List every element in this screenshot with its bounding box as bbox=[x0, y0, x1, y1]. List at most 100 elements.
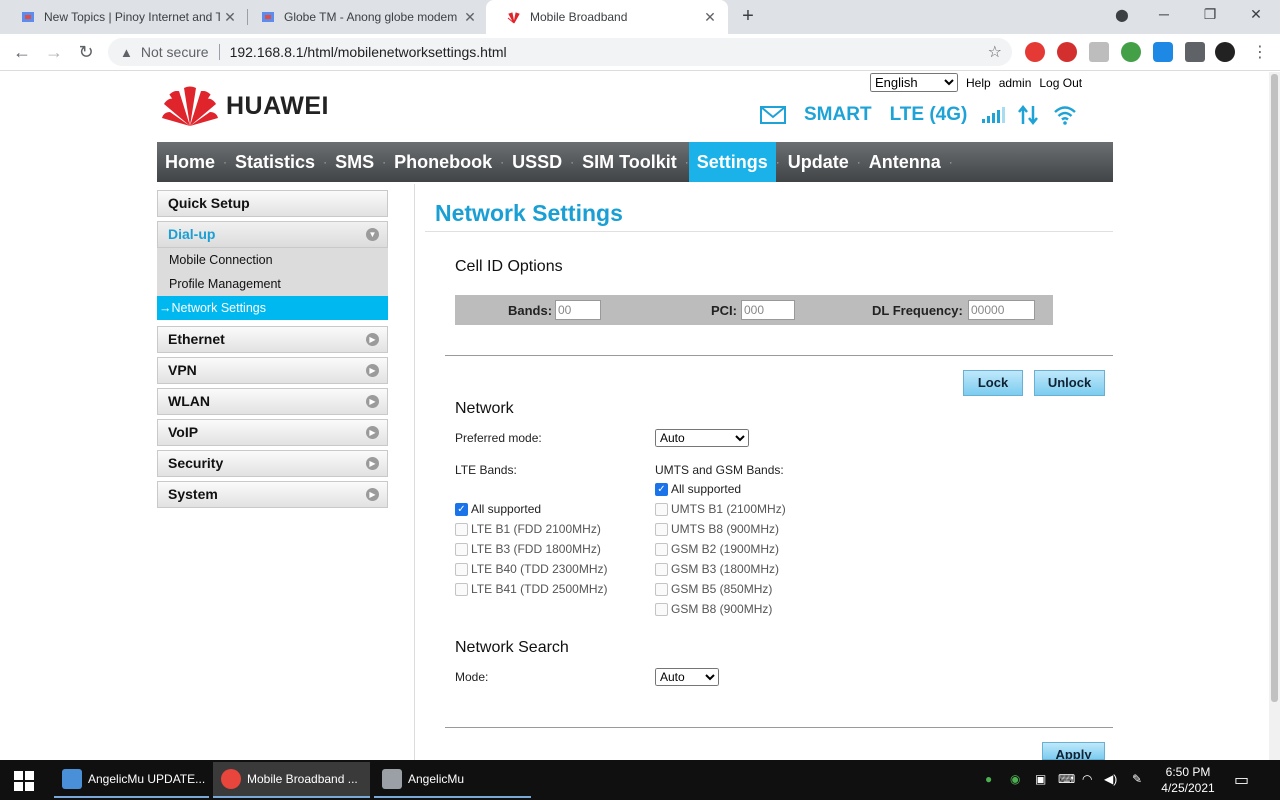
gsm-b3-checkbox[interactable]: GSM B3 (1800MHz) bbox=[655, 562, 779, 576]
gsm-b8-checkbox[interactable]: GSM B8 (900MHz) bbox=[655, 602, 772, 616]
nav-settings[interactable]: Settings bbox=[688, 142, 776, 182]
checkbox-label: LTE B1 (FDD 2100MHz) bbox=[471, 522, 601, 536]
close-tab-icon[interactable]: ✕ bbox=[220, 9, 240, 26]
brand-name: HUAWEI bbox=[226, 91, 329, 120]
taskbar-app-window[interactable]: AngelicMu bbox=[374, 762, 531, 798]
browser-tab[interactable]: New Topics | Pinoy Internet and T ✕ bbox=[0, 0, 248, 34]
windows-start-icon[interactable] bbox=[14, 771, 34, 791]
bands-input[interactable] bbox=[555, 300, 601, 320]
envelope-icon[interactable] bbox=[760, 106, 786, 124]
device-tray-icon[interactable]: ▣ bbox=[1035, 772, 1046, 786]
close-window-icon[interactable]: ✕ bbox=[1246, 6, 1266, 23]
lte-all-supported-checkbox[interactable]: ✓ All supported bbox=[455, 502, 541, 516]
logout-link[interactable]: Log Out bbox=[1039, 76, 1082, 90]
sidebar-item-mobile-connection[interactable]: Mobile Connection bbox=[157, 248, 388, 272]
nav-sim-toolkit[interactable]: SIM Toolkit bbox=[574, 142, 685, 182]
lock-button[interactable]: Lock bbox=[963, 370, 1023, 396]
help-link[interactable]: Help bbox=[966, 76, 991, 90]
nav-ussd[interactable]: USSD bbox=[504, 142, 570, 182]
cell-id-heading: Cell ID Options bbox=[455, 258, 563, 275]
taskbar-app-explorer[interactable]: AngelicMu UPDATE... bbox=[54, 762, 209, 798]
chevron-down-icon: ▼ bbox=[366, 228, 379, 241]
nav-phonebook[interactable]: Phonebook bbox=[386, 142, 500, 182]
sidebar-item-voip[interactable]: VoIP ▶ bbox=[157, 419, 388, 446]
separator bbox=[218, 44, 220, 60]
gsm-b5-checkbox[interactable]: GSM B5 (850MHz) bbox=[655, 582, 772, 596]
dl-frequency-input[interactable] bbox=[968, 300, 1035, 320]
unlock-button[interactable]: Unlock bbox=[1034, 370, 1105, 396]
apply-button[interactable]: Apply bbox=[1042, 742, 1105, 760]
chevron-right-icon: ▶ bbox=[366, 457, 379, 470]
tab-search-icon[interactable]: ⬤ bbox=[1112, 8, 1132, 22]
sidebar-item-ethernet[interactable]: Ethernet ▶ bbox=[157, 326, 388, 353]
browser-tab[interactable]: Globe TM - Anong globe modem ✕ bbox=[240, 0, 488, 34]
security-status[interactable]: Not secure bbox=[141, 44, 209, 60]
notifications-icon[interactable]: ▭ bbox=[1234, 770, 1249, 790]
nav-statistics[interactable]: Statistics bbox=[227, 142, 323, 182]
checkbox-label: All supported bbox=[471, 502, 542, 516]
nav-sms[interactable]: SMS bbox=[327, 142, 382, 182]
globe-extension-icon[interactable] bbox=[1121, 42, 1141, 62]
sidebar-item-security[interactable]: Security ▶ bbox=[157, 450, 388, 477]
taskbar-app-chrome[interactable]: Mobile Broadband ... bbox=[213, 762, 370, 798]
cell-id-options: Bands: PCI: DL Frequency: bbox=[455, 295, 1053, 325]
lte-b1-checkbox[interactable]: LTE B1 (FDD 2100MHz) bbox=[455, 522, 601, 536]
preferred-mode-select[interactable]: Auto bbox=[655, 429, 749, 447]
umts-b8-checkbox[interactable]: UMTS B8 (900MHz) bbox=[655, 522, 779, 536]
pen-icon[interactable]: ✎ bbox=[1132, 772, 1142, 786]
address-bar[interactable]: ▲ Not secure 192.168.8.1/html/mobilenetw… bbox=[108, 38, 1012, 66]
network-tray-icon[interactable]: ● bbox=[985, 772, 992, 786]
cast-extension-icon[interactable] bbox=[1089, 42, 1109, 62]
minimize-icon[interactable]: ─ bbox=[1154, 6, 1174, 22]
adblock-extension-icon[interactable] bbox=[1025, 42, 1045, 62]
language-select[interactable]: English bbox=[870, 73, 958, 92]
bookmark-star-icon[interactable]: ☆ bbox=[988, 42, 1002, 62]
sidebar-item-wlan[interactable]: WLAN ▶ bbox=[157, 388, 388, 415]
url-text[interactable]: 192.168.8.1/html/mobilenetworksettings.h… bbox=[230, 44, 507, 60]
chevron-right-icon: ▶ bbox=[366, 488, 379, 501]
sync-tray-icon[interactable]: ◉ bbox=[1010, 772, 1020, 786]
sidebar-item-dialup[interactable]: Dial-up ▼ bbox=[157, 221, 388, 248]
back-icon[interactable]: ← bbox=[12, 42, 32, 63]
sidebar-item-profile-management[interactable]: Profile Management bbox=[157, 272, 388, 296]
search-mode-select[interactable]: Auto bbox=[655, 668, 719, 686]
nav-update[interactable]: Update bbox=[780, 142, 857, 182]
sidebar-item-quick-setup[interactable]: Quick Setup bbox=[157, 190, 388, 217]
huawei-petals-icon bbox=[162, 86, 218, 126]
menu-kebab-icon[interactable]: ⋮ bbox=[1250, 42, 1270, 62]
volume-icon[interactable]: ◀) bbox=[1104, 772, 1117, 786]
reload-icon[interactable]: ↻ bbox=[76, 42, 96, 63]
sidebar-item-network-settings[interactable]: →Network Settings bbox=[157, 296, 388, 320]
close-tab-icon[interactable]: ✕ bbox=[700, 9, 720, 26]
sidebar-item-vpn[interactable]: VPN ▶ bbox=[157, 357, 388, 384]
shield-extension-icon[interactable] bbox=[1153, 42, 1173, 62]
sidebar-item-system[interactable]: System ▶ bbox=[157, 481, 388, 508]
profile-avatar[interactable] bbox=[1215, 42, 1235, 62]
warning-icon[interactable]: ▲ bbox=[120, 45, 133, 60]
extensions-puzzle-icon[interactable] bbox=[1185, 42, 1205, 62]
new-tab-icon[interactable]: + bbox=[737, 5, 759, 28]
ime-tray-icon[interactable]: ⌨ bbox=[1058, 772, 1075, 786]
page-scrollbar[interactable] bbox=[1269, 72, 1280, 760]
nav-home[interactable]: Home bbox=[157, 142, 223, 182]
gsm-b2-checkbox[interactable]: GSM B2 (1900MHz) bbox=[655, 542, 779, 556]
close-tab-icon[interactable]: ✕ bbox=[460, 9, 480, 26]
system-clock[interactable]: 6:50 PM 4/25/2021 bbox=[1160, 764, 1216, 796]
stop-extension-icon[interactable] bbox=[1057, 42, 1077, 62]
restore-icon[interactable]: ❐ bbox=[1200, 6, 1220, 23]
pci-input[interactable] bbox=[741, 300, 795, 320]
forward-icon[interactable]: → bbox=[44, 42, 64, 63]
lte-b41-checkbox[interactable]: LTE B41 (TDD 2500MHz) bbox=[455, 582, 607, 596]
lte-b3-checkbox[interactable]: LTE B3 (FDD 1800MHz) bbox=[455, 542, 601, 556]
browser-tab-active[interactable]: Mobile Broadband ✕ bbox=[486, 0, 728, 34]
umts-all-supported-checkbox[interactable]: ✓ All supported bbox=[655, 482, 741, 496]
wifi-tray-icon[interactable]: ◠ bbox=[1082, 772, 1092, 786]
lte-b40-checkbox[interactable]: LTE B40 (TDD 2300MHz) bbox=[455, 562, 607, 576]
checkbox-box bbox=[655, 522, 668, 536]
umts-b1-checkbox[interactable]: UMTS B1 (2100MHz) bbox=[655, 502, 786, 516]
sidebar-item-label: System bbox=[168, 486, 218, 502]
window-icon bbox=[382, 769, 402, 789]
nav-antenna[interactable]: Antenna bbox=[861, 142, 949, 182]
scrollbar-thumb[interactable] bbox=[1271, 74, 1278, 702]
sidebar-item-label: WLAN bbox=[168, 393, 210, 409]
